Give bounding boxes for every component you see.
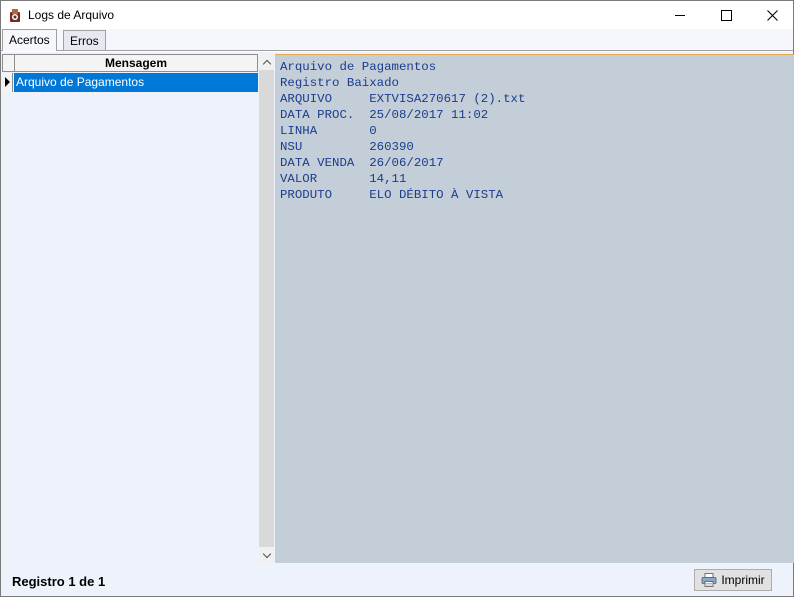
close-button[interactable] <box>749 1 794 29</box>
current-row-arrow-icon <box>5 77 10 87</box>
maximize-icon <box>720 9 732 21</box>
minimize-button[interactable] <box>657 1 703 29</box>
column-header-mensagem[interactable]: Mensagem <box>15 55 257 71</box>
message-grid: Mensagem Arquivo de Pagamentos <box>2 54 258 563</box>
log-line: PRODUTO ELO DÉBITO À VISTA <box>280 188 504 202</box>
tab-strip: Acertos Erros <box>1 29 793 51</box>
footer-bar: Registro 1 de 1 Imprimir <box>1 564 793 596</box>
tab-erros[interactable]: Erros <box>63 30 106 50</box>
printer-icon <box>701 573 717 587</box>
tab-divider <box>1 50 793 52</box>
tab-acertos[interactable]: Acertos <box>2 29 57 51</box>
chevron-up-icon <box>262 59 271 68</box>
print-button-label: Imprimir <box>721 573 765 587</box>
table-row[interactable]: Arquivo de Pagamentos <box>2 73 258 92</box>
row-indicator <box>2 73 13 92</box>
app-icon <box>10 9 20 22</box>
logs-window: Logs de Arquivo Acertos Erros Mensagem A… <box>0 0 794 597</box>
chevron-down-icon <box>262 549 271 558</box>
window-title: Logs de Arquivo <box>28 8 115 22</box>
scroll-up-button[interactable] <box>259 54 274 70</box>
minimize-icon <box>675 14 685 16</box>
log-line: NSU 260390 <box>280 140 414 154</box>
scroll-down-button[interactable] <box>259 547 274 563</box>
grid-header: Mensagem <box>2 54 258 72</box>
log-line: LINHA 0 <box>280 124 377 138</box>
maximize-button[interactable] <box>703 1 749 29</box>
title-bar: Logs de Arquivo <box>1 1 793 29</box>
log-line: DATA PROC. 25/08/2017 11:02 <box>280 108 489 122</box>
record-status: Registro 1 de 1 <box>12 574 106 589</box>
log-detail-panel[interactable]: Arquivo de Pagamentos Registro Baixado A… <box>275 54 794 563</box>
log-line: ARQUIVO EXTVISA270617 (2).txt <box>280 92 526 106</box>
print-button[interactable]: Imprimir <box>694 569 772 591</box>
log-line: DATA VENDA 26/06/2017 <box>280 156 444 170</box>
log-line: VALOR 14,11 <box>280 172 407 186</box>
log-line: Arquivo de Pagamentos <box>280 60 437 74</box>
close-icon <box>766 9 778 21</box>
log-detail-text: Arquivo de Pagamentos Registro Baixado A… <box>280 59 525 203</box>
log-line: Registro Baixado <box>280 76 399 90</box>
indicator-column-header <box>3 55 15 71</box>
vertical-scrollbar[interactable] <box>259 54 274 563</box>
row-cell-message[interactable]: Arquivo de Pagamentos <box>14 73 258 92</box>
